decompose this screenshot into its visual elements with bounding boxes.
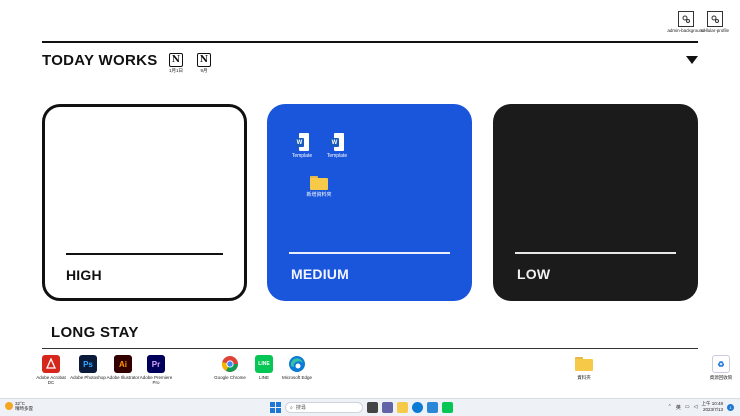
task-view-icon[interactable] bbox=[367, 402, 378, 413]
card-label-medium: MEDIUM bbox=[291, 266, 349, 282]
line-taskbar-icon[interactable] bbox=[442, 402, 453, 413]
card-divider bbox=[66, 253, 223, 255]
line-icon: LINE bbox=[255, 355, 273, 373]
settings-shortcut-icon bbox=[678, 11, 694, 27]
notion-icon: N bbox=[169, 53, 183, 67]
app-label: LINE bbox=[258, 375, 269, 380]
start-button[interactable] bbox=[270, 402, 281, 413]
folder-icon bbox=[310, 176, 328, 190]
file-label: Template bbox=[291, 153, 313, 159]
edge-taskbar-icon[interactable] bbox=[412, 402, 423, 413]
app-label: 資料夾 bbox=[577, 375, 591, 380]
chat-icon[interactable] bbox=[382, 402, 393, 413]
chrome-icon bbox=[221, 355, 239, 373]
app-label: Adobe Premiere Pro bbox=[139, 375, 173, 385]
volume-icon[interactable]: ◁ bbox=[694, 404, 698, 410]
taskbar-search[interactable]: ⌕ 搜尋 bbox=[285, 402, 363, 413]
word-file-template-1[interactable]: W Template bbox=[285, 133, 319, 159]
app-label: Google Chrome bbox=[214, 375, 246, 380]
chevron-up-icon[interactable]: ⌃ bbox=[668, 404, 672, 410]
system-tray: ⌃ 英 ▭ ◁ 上午 10:48 2023/7/13 1 bbox=[668, 401, 734, 413]
notion-shortcut-2[interactable]: N 9月 bbox=[182, 53, 226, 73]
top-divider bbox=[42, 41, 698, 43]
app-label: Adobe Photoshop bbox=[70, 375, 106, 380]
premiere-icon: Pr bbox=[147, 355, 165, 373]
card-label-high: HIGH bbox=[66, 267, 102, 283]
app-illustrator[interactable]: Ai Adobe Illustrator bbox=[106, 355, 140, 380]
app-label: Microsoft Edge bbox=[281, 375, 312, 380]
search-icon: ⌕ bbox=[290, 404, 293, 411]
taskbar-center: ⌕ 搜尋 bbox=[270, 402, 453, 413]
bottom-divider bbox=[42, 348, 698, 349]
app-edge[interactable]: Microsoft Edge bbox=[280, 355, 314, 380]
app-acrobat[interactable]: Adobe Acrobat DC bbox=[34, 355, 68, 385]
app-label: 資源回收筒 bbox=[709, 375, 733, 380]
file-label: 新增資料夾 bbox=[306, 192, 332, 198]
word-document-icon: W bbox=[295, 133, 309, 151]
file-explorer-icon[interactable] bbox=[397, 402, 408, 413]
notification-badge[interactable]: 1 bbox=[727, 403, 734, 411]
folder-icon bbox=[575, 355, 593, 373]
taskbar-clock[interactable]: 上午 10:48 2023/7/13 bbox=[701, 401, 723, 413]
card-label-low: LOW bbox=[517, 266, 551, 282]
notion-shortcut-label: 9月 bbox=[200, 68, 208, 73]
today-works-title: TODAY WORKS bbox=[42, 52, 158, 69]
sun-icon bbox=[5, 402, 13, 410]
priority-card-medium: W Template W Template 新增資料夾 MEDIUM bbox=[267, 104, 472, 301]
word-document-icon: W bbox=[330, 133, 344, 151]
desktop-shortcut-cellular[interactable]: cellular-profile bbox=[693, 11, 737, 33]
recycle-bin-icon: ♻ bbox=[712, 355, 730, 373]
weather-desc: 晴時多雲 bbox=[15, 406, 33, 411]
app-label: Adobe Acrobat DC bbox=[36, 375, 66, 385]
file-label: Template bbox=[326, 153, 348, 159]
search-placeholder: 搜尋 bbox=[295, 405, 306, 411]
notion-icon: N bbox=[197, 53, 211, 67]
app-chrome[interactable]: Google Chrome bbox=[213, 355, 247, 380]
illustrator-icon: Ai bbox=[114, 355, 132, 373]
collapse-triangle-icon[interactable] bbox=[686, 56, 698, 64]
card-divider bbox=[289, 252, 450, 254]
priority-card-high: HIGH bbox=[42, 104, 247, 301]
app-photoshop[interactable]: Ps Adobe Photoshop bbox=[70, 355, 106, 380]
recycle-bin[interactable]: ♻ 資源回收筒 bbox=[704, 355, 738, 380]
windows-taskbar: 32°C 晴時多雲 ⌕ 搜尋 ⌃ 英 ▭ ◁ 上午 10:48 2023/7/1… bbox=[0, 398, 740, 416]
ime-indicator[interactable]: 英 bbox=[676, 404, 681, 411]
edge-icon bbox=[288, 355, 306, 373]
network-icon[interactable]: ▭ bbox=[685, 404, 690, 410]
weather-widget[interactable]: 32°C 晴時多雲 bbox=[5, 401, 33, 411]
settings-shortcut-icon bbox=[707, 11, 723, 27]
desktop-shortcut-label: cellular-profile bbox=[700, 28, 729, 33]
store-icon[interactable] bbox=[427, 402, 438, 413]
new-folder[interactable]: 新增資料夾 bbox=[302, 176, 336, 198]
card-divider bbox=[515, 252, 676, 254]
app-line[interactable]: LINE LINE bbox=[247, 355, 281, 380]
word-file-template-2[interactable]: W Template bbox=[320, 133, 354, 159]
priority-card-low: LOW bbox=[493, 104, 698, 301]
long-stay-title: LONG STAY bbox=[51, 324, 139, 341]
desktop-folder[interactable]: 資料夾 bbox=[567, 355, 601, 380]
app-label: Adobe Illustrator bbox=[106, 375, 140, 380]
acrobat-icon bbox=[42, 355, 60, 373]
photoshop-icon: Ps bbox=[79, 355, 97, 373]
app-premiere[interactable]: Pr Adobe Premiere Pro bbox=[139, 355, 173, 385]
clock-date: 2023/7/13 bbox=[702, 407, 723, 412]
